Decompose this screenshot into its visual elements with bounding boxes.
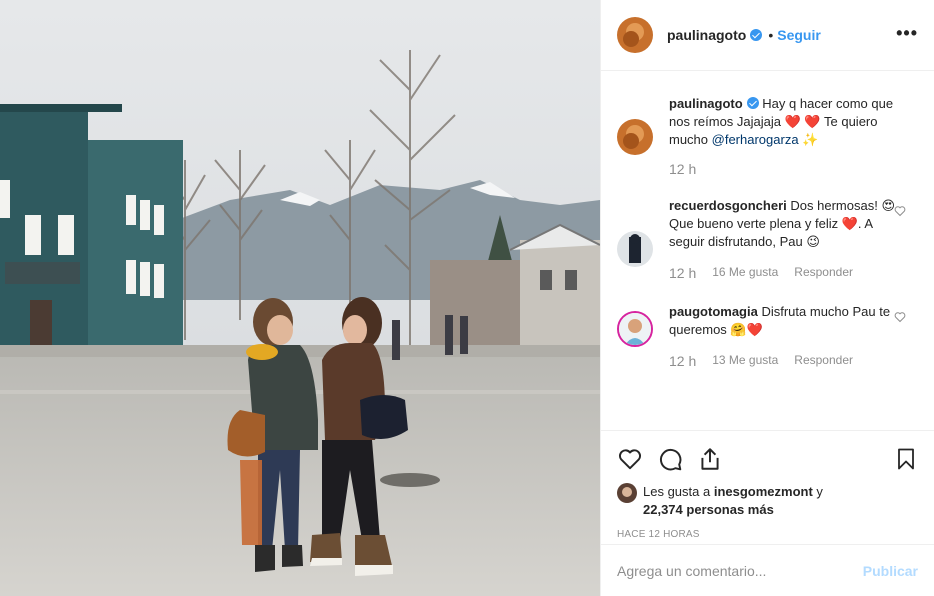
comment-meta: 12 h 16 Me gusta Responder (669, 265, 918, 281)
post-photo[interactable] (0, 0, 600, 596)
comments-list[interactable]: paulinagoto Hay q hacer como que nos reí… (601, 71, 934, 429)
comment-emoji-b: ❤️ (841, 216, 858, 231)
comment-like-heart-icon[interactable] (894, 311, 906, 323)
comment-text: paugotomagia Disfruta mucho Pau te quere… (669, 303, 899, 339)
commenter-username[interactable]: recuerdosgoncheri (669, 198, 787, 213)
more-options-icon[interactable]: ••• (896, 24, 918, 42)
heart-icon[interactable] (617, 446, 643, 472)
photo-illustration (0, 0, 600, 596)
share-icon[interactable] (697, 446, 723, 472)
comment-text-a: Dos hermosas! (790, 198, 882, 213)
comment-meta: 12 h 13 Me gusta Responder (669, 353, 918, 369)
caption-emoji-hearts: ❤️ ❤️ (784, 114, 821, 129)
commenter-avatar[interactable] (617, 231, 653, 267)
publish-button[interactable]: Publicar (863, 563, 918, 579)
author-username[interactable]: paulinagoto (667, 27, 746, 43)
bookmark-icon[interactable] (894, 446, 918, 472)
caption-username[interactable]: paulinagoto (669, 96, 743, 111)
commenter-username[interactable]: paugotomagia (669, 304, 758, 319)
separator-dot: • (768, 27, 774, 43)
likes-text: Les gusta a inesgomezmont y 22,374 perso… (643, 483, 823, 519)
comment-emoji-a: 🤗❤️ (730, 322, 763, 337)
action-icons-row (617, 431, 918, 481)
add-comment-bar: Publicar (601, 544, 934, 596)
comment-text-b: Que bueno verte plena y feliz (669, 216, 842, 231)
liker-avatar[interactable] (617, 483, 637, 503)
author-avatar[interactable] (617, 17, 653, 53)
reply-button[interactable]: Responder (794, 265, 853, 281)
comment-likes[interactable]: 16 Me gusta (712, 265, 778, 281)
post-header: paulinagoto • Seguir ••• (601, 0, 934, 71)
comment-likes[interactable]: 13 Me gusta (712, 353, 778, 369)
comment-input[interactable] (617, 562, 863, 579)
caption-text: paulinagoto Hay q hacer como que nos reí… (669, 95, 899, 149)
commenter-avatar[interactable] (617, 311, 653, 347)
caption-mention-link[interactable]: @ferharogarza (712, 132, 799, 147)
caption-avatar[interactable] (617, 119, 653, 155)
post-timestamp[interactable]: HACE 12 HORAS (617, 529, 918, 540)
likes-prefix: Les gusta a (643, 484, 714, 499)
likes-middle: y (812, 484, 823, 499)
caption-emoji-sparkles: ✨ (802, 132, 819, 147)
post-details-panel: paulinagoto • Seguir ••• paulinagoto Hay… (600, 0, 934, 596)
likes-summary: Les gusta a inesgomezmont y 22,374 perso… (617, 483, 918, 519)
likes-count[interactable]: 22,374 personas más (643, 502, 774, 517)
reply-button[interactable]: Responder (794, 353, 853, 369)
liker-username[interactable]: inesgomezmont (714, 484, 813, 499)
comment-item: recuerdosgoncheri Dos hermosas! 😍 Que bu… (617, 197, 918, 281)
caption: paulinagoto Hay q hacer como que nos reí… (617, 95, 918, 177)
caption-time[interactable]: 12 h (669, 161, 696, 177)
comment-icon[interactable] (657, 446, 683, 472)
comment-time[interactable]: 12 h (669, 353, 696, 369)
comment-emoji-a: 😍 (881, 198, 895, 213)
comment-time[interactable]: 12 h (669, 265, 696, 281)
caption-meta: 12 h (669, 161, 918, 177)
comment-like-heart-icon[interactable] (894, 205, 906, 217)
post-actions: Les gusta a inesgomezmont y 22,374 perso… (601, 430, 934, 544)
comment-text: recuerdosgoncheri Dos hermosas! 😍 Que bu… (669, 197, 899, 251)
verified-badge-icon (746, 97, 759, 109)
follow-button[interactable]: Seguir (777, 27, 821, 43)
comment-emoji-c: 😉 (806, 234, 820, 249)
verified-badge-icon (750, 29, 763, 41)
comment-item: paugotomagia Disfruta mucho Pau te quere… (617, 303, 918, 369)
